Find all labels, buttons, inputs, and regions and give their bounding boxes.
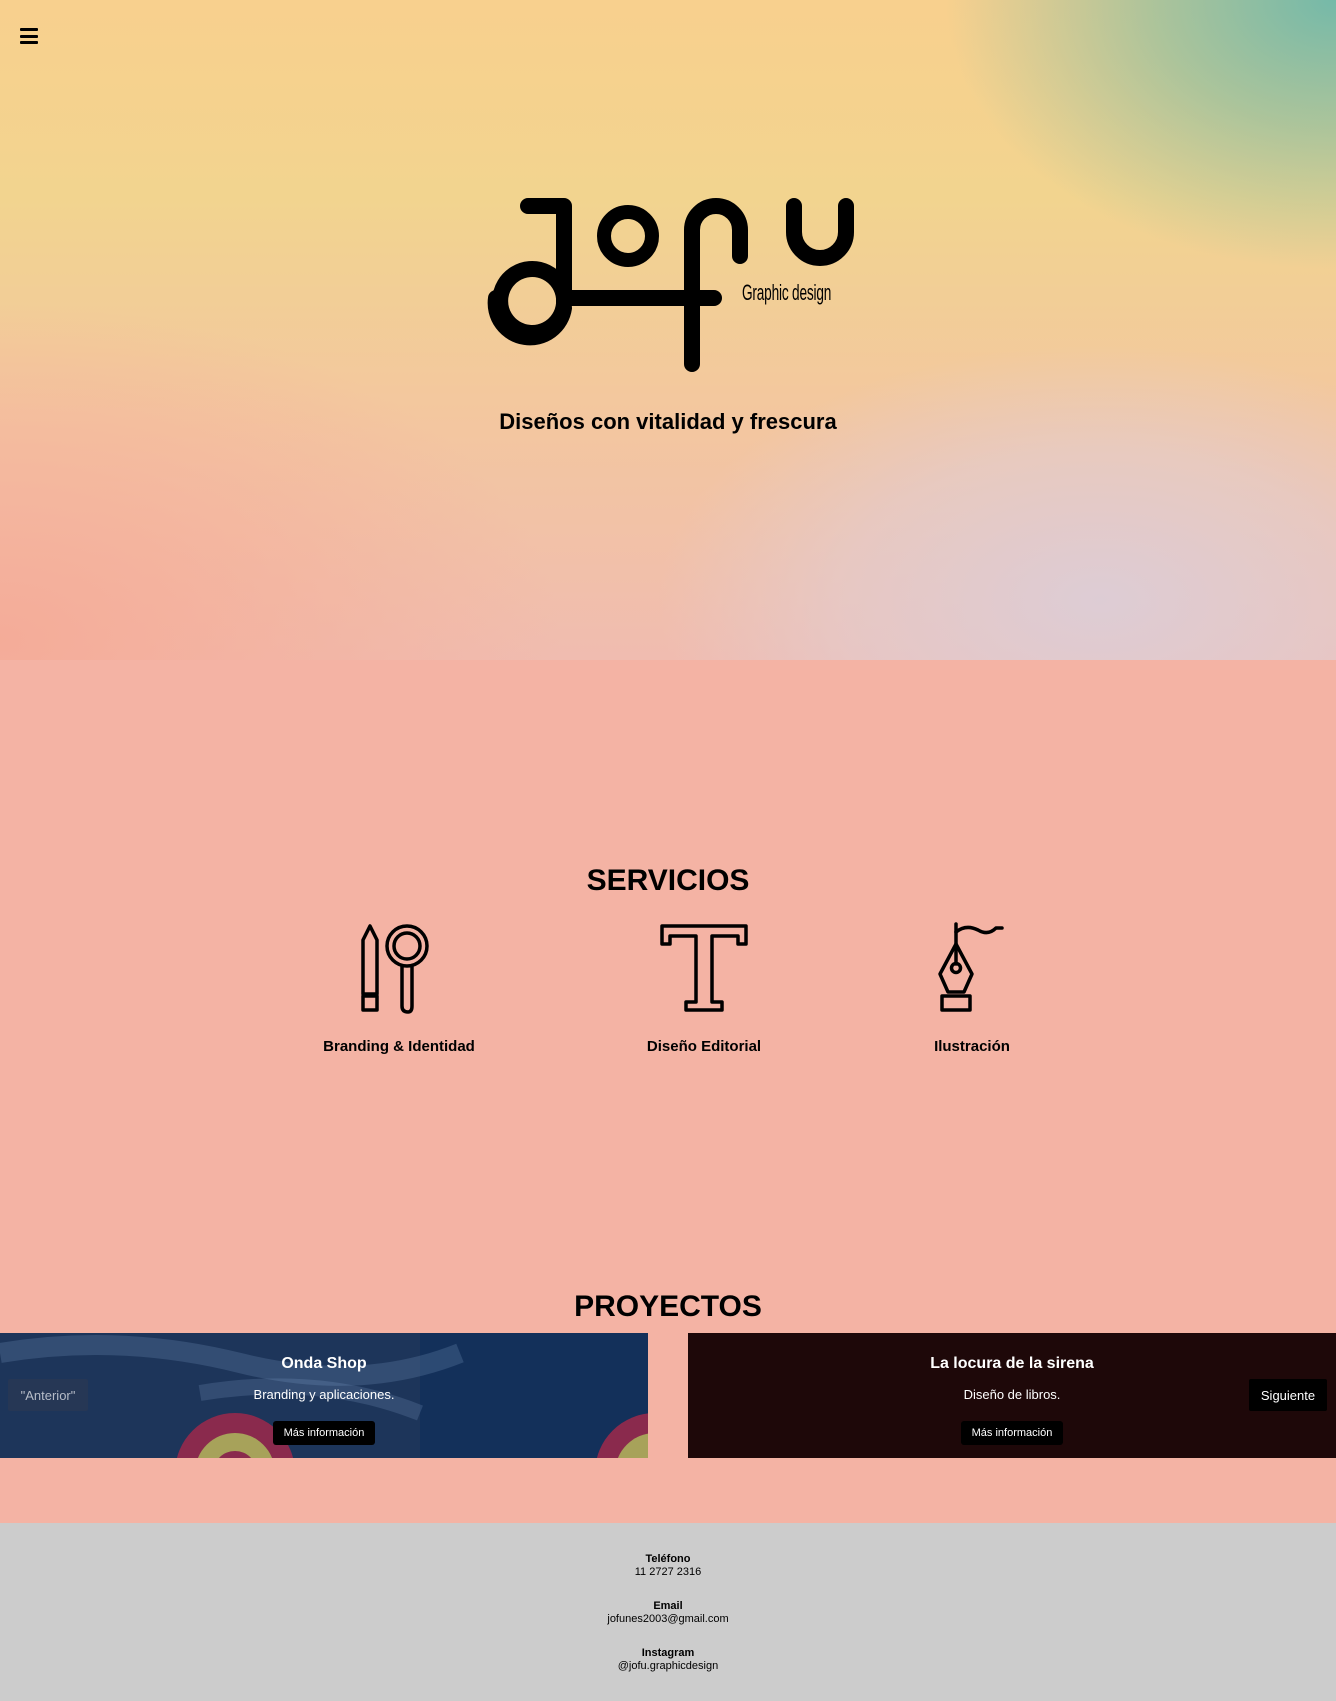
service-label: Diseño Editorial [646, 1038, 762, 1055]
footer-email: Email jofunes2003@gmail.com [0, 1600, 1336, 1626]
phone-value[interactable]: 11 2727 2316 [0, 1566, 1336, 1579]
service-branding: Branding & Identidad [289, 922, 509, 1055]
project-title: Onda Shop [281, 1355, 367, 1372]
project-subtitle: Branding y aplicaciones. [253, 1387, 395, 1402]
brand-subtitle: Graphic design [742, 280, 832, 305]
service-label: Branding & Identidad [323, 1038, 475, 1055]
instagram-link[interactable]: @jofu.graphicdesign [0, 1660, 1336, 1673]
instagram-label: Instagram [641, 1647, 695, 1659]
footer: Teléfono 11 2727 2316 Email jofunes2003@… [0, 1523, 1336, 1701]
email-label: Email [653, 1600, 683, 1612]
service-editorial: Diseño Editorial [594, 922, 814, 1055]
service-illustration: Ilustración [862, 922, 1082, 1055]
services-title: SERVICIOS [586, 864, 750, 897]
service-label: Ilustración [934, 1038, 1010, 1055]
project-slide-la-locura-de-la-sirena[interactable]: La locura de la sirena Diseño de libros.… [688, 1333, 1336, 1458]
hamburger-menu-icon[interactable] [20, 28, 38, 44]
projects-title: PROYECTOS [574, 1290, 762, 1323]
carousel-next-button[interactable]: Siguiente [1249, 1379, 1327, 1411]
letter-t-icon [594, 922, 814, 1014]
footer-instagram: Instagram @jofu.graphicdesign [0, 1647, 1336, 1673]
fountain-pen-nib-icon [862, 922, 1082, 1014]
hero-section: Graphic design Diseños con vitalidad y f… [0, 0, 1336, 660]
more-info-button[interactable]: Más información [272, 1421, 376, 1445]
project-slide-onda-shop[interactable]: Onda Shop Branding y aplicaciones. Más i… [0, 1333, 648, 1458]
phone-label: Teléfono [645, 1553, 691, 1565]
project-subtitle: Diseño de libros. [963, 1387, 1061, 1402]
more-info-button[interactable]: Más información [960, 1421, 1064, 1445]
carousel-previous-button[interactable]: "Anterior" [8, 1379, 88, 1411]
footer-phone: Teléfono 11 2727 2316 [0, 1553, 1336, 1579]
email-link[interactable]: jofunes2003@gmail.com [0, 1613, 1336, 1626]
project-title: La locura de la sirena [930, 1355, 1094, 1372]
tagline: Diseños con vitalidad y frescura [499, 409, 837, 434]
pencil-magnifier-icon [289, 922, 509, 1014]
